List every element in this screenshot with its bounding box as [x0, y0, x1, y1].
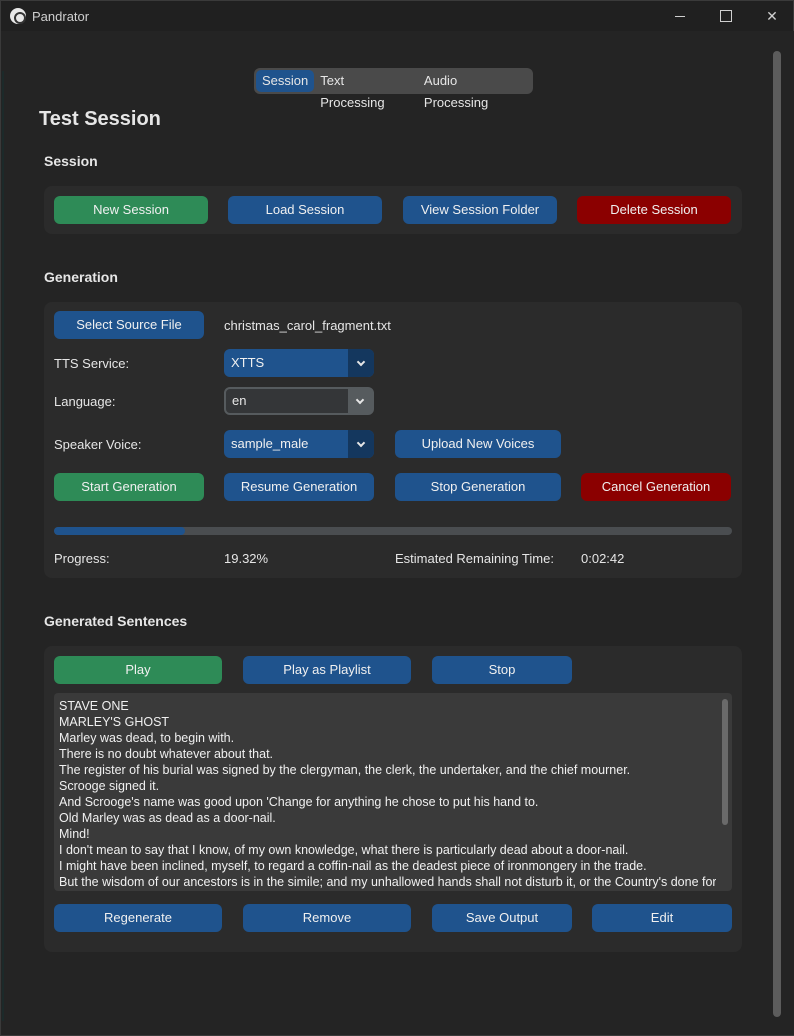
- sentence-line[interactable]: MARLEY'S GHOST: [59, 714, 716, 730]
- sentence-line[interactable]: And Scrooge's name was good upon 'Change…: [59, 794, 716, 810]
- new-session-button[interactable]: New Session: [54, 196, 208, 224]
- minimize-icon[interactable]: [657, 1, 703, 31]
- speaker-voice-dropdown[interactable]: sample_male: [224, 430, 374, 458]
- remove-button[interactable]: Remove: [243, 904, 411, 932]
- view-session-folder-button[interactable]: View Session Folder: [403, 196, 557, 224]
- sentence-line[interactable]: STAVE ONE: [59, 698, 716, 714]
- speaker-voice-value: sample_male: [231, 436, 309, 451]
- progress-label: Progress:: [54, 551, 110, 566]
- tab-text-processing[interactable]: Text Processing: [314, 70, 418, 110]
- language-value[interactable]: en: [226, 389, 348, 413]
- generation-heading: Generation: [44, 269, 118, 285]
- progress-percent: 19.32%: [224, 551, 269, 566]
- chevron-down-icon[interactable]: [348, 389, 372, 413]
- sentences-list: STAVE ONE MARLEY'S GHOST Marley was dead, …: [59, 698, 716, 890]
- generated-sentences-heading: Generated Sentences: [44, 613, 188, 629]
- sentence-line[interactable]: The register of his burial was signed by…: [59, 762, 716, 778]
- window-edge-accent: [2, 71, 4, 1021]
- select-source-file-button[interactable]: Select Source File: [54, 311, 204, 339]
- tts-service-label: TTS Service:: [54, 356, 130, 371]
- chevron-down-icon[interactable]: [348, 349, 374, 377]
- sentence-line[interactable]: Old Marley was as dead as a door-nail.: [59, 810, 716, 826]
- remaining-time-value: 0:02:42: [581, 551, 625, 566]
- language-combobox[interactable]: en: [224, 387, 374, 415]
- delete-session-button[interactable]: Delete Session: [577, 196, 731, 224]
- progress-bar-fill: [54, 527, 185, 535]
- main-content: Session Text Processing Audio Processing…: [2, 31, 794, 1035]
- language-label: Language:: [54, 394, 116, 409]
- close-icon[interactable]: [749, 1, 794, 31]
- sentence-line[interactable]: I might have been inclined, myself, to r…: [59, 858, 716, 874]
- app-logo-icon: [10, 8, 26, 24]
- sentences-scrollbar[interactable]: [722, 699, 728, 825]
- save-output-button[interactable]: Save Output: [432, 904, 572, 932]
- tab-audio-processing[interactable]: Audio Processing: [418, 70, 531, 110]
- tts-service-value: XTTS: [231, 355, 265, 370]
- session-heading: Session: [44, 153, 98, 169]
- main-scrollbar[interactable]: [773, 51, 781, 1017]
- start-generation-button[interactable]: Start Generation: [54, 473, 204, 501]
- cancel-generation-button[interactable]: Cancel Generation: [581, 473, 731, 501]
- maximize-icon[interactable]: [703, 1, 749, 31]
- load-session-button[interactable]: Load Session: [228, 196, 382, 224]
- tab-bar: Session Text Processing Audio Processing: [254, 68, 533, 110]
- sentence-line[interactable]: But the wisdom of our ancestors is in th…: [59, 874, 716, 890]
- speaker-voice-label: Speaker Voice:: [54, 437, 142, 452]
- play-button[interactable]: Play: [54, 656, 222, 684]
- generation-frame: [44, 302, 742, 578]
- stop-playback-button[interactable]: Stop: [432, 656, 572, 684]
- tts-service-dropdown[interactable]: XTTS: [224, 349, 374, 377]
- title-bar[interactable]: Pandrator: [1, 1, 793, 31]
- sentence-line[interactable]: Marley was dead, to begin with.: [59, 730, 716, 746]
- window-title: Pandrator: [32, 9, 90, 24]
- tab-session[interactable]: Session: [256, 70, 315, 92]
- chevron-down-icon[interactable]: [348, 430, 374, 458]
- session-frame: New Session Load Session View Session Fo…: [44, 186, 742, 234]
- regenerate-button[interactable]: Regenerate: [54, 904, 222, 932]
- sentences-listbox[interactable]: STAVE ONE MARLEY'S GHOST Marley was dead, …: [54, 693, 732, 891]
- resume-generation-button[interactable]: Resume Generation: [224, 473, 374, 501]
- sentence-line[interactable]: There is no doubt whatever about that.: [59, 746, 716, 762]
- edit-button[interactable]: Edit: [592, 904, 732, 932]
- sentence-line[interactable]: I don't mean to say that I know, of my o…: [59, 842, 716, 858]
- page-title: Test Session: [39, 108, 161, 130]
- source-file-name: christmas_carol_fragment.txt: [224, 318, 391, 333]
- remaining-time-label: Estimated Remaining Time:: [395, 551, 554, 566]
- generation-progress-bar: [54, 527, 732, 535]
- app-window: Pandrator Session Text Processing Audio …: [0, 0, 794, 1036]
- sentence-line[interactable]: Scrooge signed it.: [59, 778, 716, 794]
- upload-new-voices-button[interactable]: Upload New Voices: [395, 430, 561, 458]
- play-as-playlist-button[interactable]: Play as Playlist: [243, 656, 411, 684]
- stop-generation-button[interactable]: Stop Generation: [395, 473, 561, 501]
- sentence-line[interactable]: Mind!: [59, 826, 716, 842]
